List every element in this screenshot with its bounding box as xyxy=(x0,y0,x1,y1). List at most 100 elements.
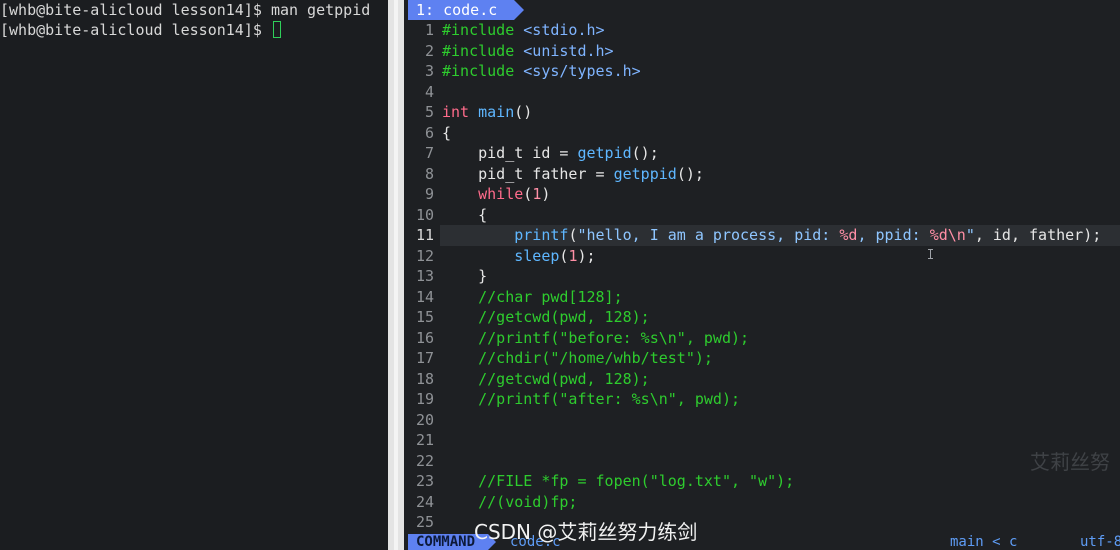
line-number: 8 xyxy=(424,164,434,183)
code-token: //chdir("/home/whb/test"); xyxy=(442,349,713,367)
csdn-watermark: CSDN @艾莉丝努力练剑 xyxy=(474,520,698,544)
terminal-command: man getppid xyxy=(270,1,371,19)
code-token: getppid xyxy=(613,164,677,183)
code-text: { xyxy=(442,123,451,144)
line-number: 1 xyxy=(424,21,434,39)
code-line[interactable]: 7 pid_t id = getpid(); xyxy=(404,143,1120,164)
code-line[interactable]: 23 //FILE *fp = fopen("log.txt", "w"); xyxy=(404,471,1120,492)
terminal-prompt: [whb@bite-alicloud lesson14]$ xyxy=(0,21,271,39)
line-number: 20 xyxy=(415,410,434,429)
code-token: main xyxy=(478,103,515,121)
terminal-line-2[interactable]: [whb@bite-alicloud lesson14]$ xyxy=(0,20,281,40)
code-token: //getcwd(pwd, 128); xyxy=(442,308,650,326)
line-number: 21 xyxy=(415,431,434,449)
code-line[interactable]: 1 #include <stdio.h> xyxy=(404,20,1120,41)
code-line[interactable]: 15 //getcwd(pwd, 128); xyxy=(404,307,1120,328)
code-line[interactable]: 19 //printf("after: %s\n", pwd); xyxy=(404,389,1120,410)
code-line[interactable]: 22 xyxy=(404,451,1120,472)
code-text: { xyxy=(442,205,487,226)
tab-arrow-icon xyxy=(514,0,524,20)
code-text: while(1) xyxy=(442,184,550,205)
line-number: 3 xyxy=(424,62,434,80)
line-number: 22 xyxy=(415,451,434,470)
line-number: 18 xyxy=(415,369,434,388)
code-token: (); xyxy=(631,144,659,162)
code-text: //getcwd(pwd, 128); xyxy=(442,369,650,390)
code-text: pid_t id = getpid(); xyxy=(442,143,659,164)
code-line[interactable]: 17 //chdir("/home/whb/test"); xyxy=(404,348,1120,369)
code-token: () xyxy=(514,103,533,121)
code-text: //chdir("/home/whb/test"); xyxy=(442,348,713,369)
code-token: , ppid: xyxy=(857,226,930,244)
code-token: %d xyxy=(839,226,858,244)
code-line[interactable]: 18 //getcwd(pwd, 128); xyxy=(404,369,1120,390)
code-token: printf xyxy=(442,226,569,244)
code-token: //printf("before: %s\n", pwd); xyxy=(442,328,750,347)
code-token: ); xyxy=(577,246,596,265)
code-token: #include xyxy=(442,41,524,60)
code-token: getpid xyxy=(577,144,632,162)
code-token: ) xyxy=(541,185,551,203)
code-token: , id, father); xyxy=(974,226,1102,244)
code-line[interactable]: 16 //printf("before: %s\n", pwd); xyxy=(404,328,1120,349)
code-text: //printf("before: %s\n", pwd); xyxy=(442,328,749,349)
code-line[interactable]: 14 //char pwd[128]; xyxy=(404,287,1120,308)
code-line[interactable]: 11 printf("hello, I am a process, pid: %… xyxy=(404,225,1120,246)
code-line[interactable]: 24 //(void)fp; xyxy=(404,492,1120,513)
terminal-pane[interactable]: [whb@bite-alicloud lesson14]$ man getppi… xyxy=(0,0,388,550)
line-number: 14 xyxy=(415,287,434,306)
vim-editor-pane[interactable]: 1: code.c 1 #include <stdio.h> 2 #include <… xyxy=(404,0,1120,550)
code-token: ( xyxy=(523,185,533,203)
code-line[interactable]: 8 pid_t father = getppid(); xyxy=(404,164,1120,185)
code-text: } xyxy=(442,266,487,287)
code-line[interactable]: 21 xyxy=(404,430,1120,451)
code-line[interactable]: 9 while(1) xyxy=(404,184,1120,205)
code-line[interactable]: 13 } xyxy=(404,266,1120,287)
line-number: 11 xyxy=(415,226,434,244)
code-token: //char pwd[128]; xyxy=(442,287,623,306)
code-line[interactable]: 5 int main() xyxy=(404,102,1120,123)
line-number: 2 xyxy=(424,41,434,60)
code-line[interactable]: 10 { xyxy=(404,205,1120,226)
line-number: 6 xyxy=(424,123,434,142)
code-line[interactable]: 12 sleep(1); xyxy=(404,246,1120,267)
pane-divider[interactable] xyxy=(388,0,404,550)
code-line[interactable]: 20 xyxy=(404,410,1120,431)
code-line[interactable]: 3 #include <sys/types.h> xyxy=(404,61,1120,82)
code-text: int main() xyxy=(442,102,532,123)
code-token: //printf("after: %s\n", pwd); xyxy=(442,390,741,408)
line-number: 17 xyxy=(415,349,434,367)
tab-bar: 1: code.c xyxy=(404,0,1120,20)
code-token: 1 xyxy=(532,185,542,203)
code-line[interactable]: 6{ xyxy=(404,123,1120,144)
line-number: 10 xyxy=(415,205,434,224)
terminal-prompt: [whb@bite-alicloud lesson14]$ xyxy=(0,1,271,19)
code-token: //(void)fp; xyxy=(442,492,578,511)
code-token: //getcwd(pwd, 128); xyxy=(442,369,650,388)
code-text: pid_t father = getppid(); xyxy=(442,164,704,185)
code-token: <sys/types.h> xyxy=(523,62,641,80)
code-token: "hello, I am a process, pid: xyxy=(577,226,840,244)
code-text: //getcwd(pwd, 128); xyxy=(442,307,650,328)
code-token: { xyxy=(442,123,452,142)
line-number: 5 xyxy=(424,103,434,121)
line-number: 15 xyxy=(415,308,434,326)
code-text: //printf("after: %s\n", pwd); xyxy=(442,389,740,410)
code-text: //char pwd[128]; xyxy=(442,287,623,308)
line-number: 16 xyxy=(415,328,434,347)
code-token: #include xyxy=(442,21,524,39)
code-line[interactable]: 2 #include <unistd.h> xyxy=(404,41,1120,62)
code-token: <unistd.h> xyxy=(523,41,614,60)
code-text: #include <stdio.h> xyxy=(442,20,605,41)
code-text: //FILE *fp = fopen("log.txt", "w"); xyxy=(442,471,794,492)
watermark-text: 艾莉丝努 xyxy=(1030,450,1110,474)
status-encoding: utf-8 xyxy=(1080,534,1120,550)
code-line[interactable]: 4 xyxy=(404,82,1120,103)
line-number: 12 xyxy=(415,246,434,265)
code-token: sleep xyxy=(442,246,560,265)
code-text: printf("hello, I am a process, pid: %d, … xyxy=(442,225,1101,246)
line-number: 24 xyxy=(415,492,434,511)
text-cursor-icon xyxy=(928,248,934,260)
tab-code-c[interactable]: 1: code.c xyxy=(408,0,514,20)
code-text: #include <sys/types.h> xyxy=(442,61,641,82)
